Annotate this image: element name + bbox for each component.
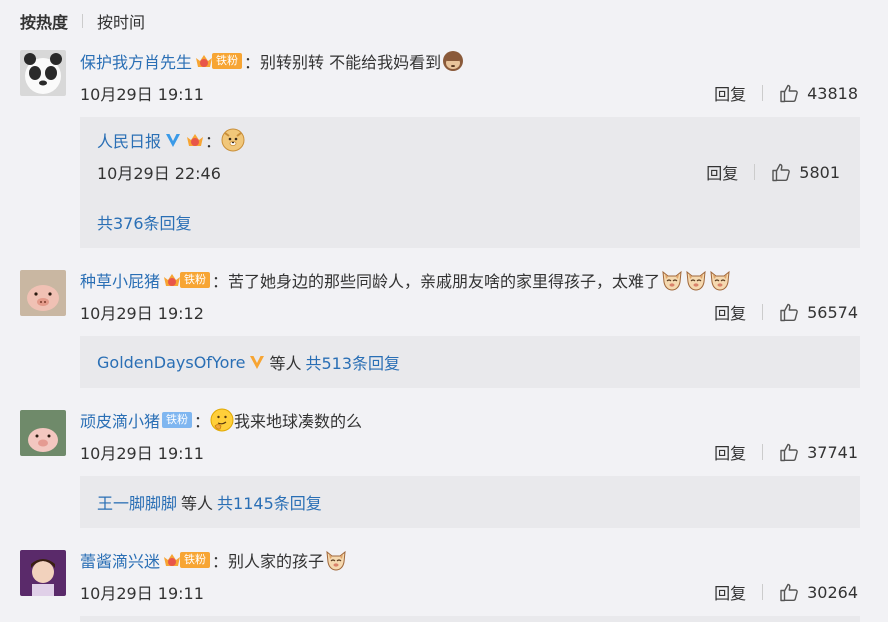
reply-line: 人民日报 ：: [97, 127, 245, 153]
fan-label: 铁粉: [180, 272, 211, 288]
cat-face-icon: [660, 268, 684, 292]
avatar[interactable]: [20, 410, 66, 456]
action-divider: [754, 164, 756, 180]
comment-line: 种草小屁猪 铁粉 ： 苦了她身边的那些同龄人，亲戚朋友啥的家里得孩子，太难了: [80, 267, 732, 293]
sort-by-time[interactable]: 按时间: [97, 9, 145, 33]
action-divider: [762, 444, 764, 460]
reply-summary-user[interactable]: 王一脚脚脚: [97, 490, 177, 514]
action-divider: [762, 304, 764, 320]
comment-actions: 回复 56574: [714, 299, 858, 325]
fan-label: 铁粉: [212, 53, 243, 69]
comment-actions: 回复 30264: [714, 579, 858, 605]
reply-summary: GoldenDaysOfYore 等人 共513条回复: [80, 336, 860, 388]
reply-summary-mid: 等人: [181, 494, 214, 513]
crown-icon: [162, 551, 182, 569]
reply-button[interactable]: 回复: [714, 81, 746, 105]
comment-line: 保护我方肖先生 铁粉 ： 别转别转 不能给我妈看到: [80, 48, 465, 74]
more-replies-link[interactable]: 共376条回复: [97, 209, 192, 235]
reply-username[interactable]: 人民日报: [97, 128, 161, 152]
comment-date: 10月29日 19:11: [80, 584, 204, 603]
like-count: 5801: [799, 162, 840, 182]
sort-divider: [82, 14, 84, 28]
reply-summary-line: 王一脚脚脚 等人 共1145条回复: [97, 489, 322, 515]
sort-bar: 按热度 按时间: [20, 8, 145, 34]
comment-colon: ：: [212, 272, 229, 291]
reply-box: 人民日报 ： 10月29日 22:46 回复 5801 共376条回复: [80, 117, 860, 248]
reply-date: 10月29日 22:46: [97, 164, 221, 183]
reply-colon: ：: [205, 132, 222, 151]
reply-button[interactable]: 回复: [706, 160, 738, 184]
see-no-evil-monkey-icon: [441, 49, 465, 73]
fan-label: 铁粉: [180, 552, 211, 568]
reply-button[interactable]: 回复: [714, 300, 746, 324]
doge-icon: [221, 128, 245, 152]
cat-face-icon: [708, 268, 732, 292]
comment-colon: ：: [244, 53, 261, 72]
like-count: 30264: [807, 582, 858, 602]
comment-username[interactable]: 顽皮滴小猪: [80, 408, 160, 432]
comment-username[interactable]: 种草小屁猪: [80, 268, 160, 292]
reply-button[interactable]: 回复: [714, 580, 746, 604]
fan-badge: 铁粉: [194, 52, 243, 70]
like-count: 56574: [807, 302, 858, 322]
comment-text: 我来地球凑数的么: [234, 412, 363, 431]
thumbs-up-icon[interactable]: [779, 302, 799, 322]
cat-face-icon: [684, 268, 708, 292]
cat-face-icon: [324, 548, 348, 572]
avatar[interactable]: [20, 50, 66, 96]
comment-colon: ：: [212, 552, 229, 571]
fan-badge: 铁粉: [162, 271, 211, 289]
avatar[interactable]: [20, 550, 66, 596]
more-replies-link[interactable]: 共513条回复: [305, 350, 400, 374]
fan-badge: 铁粉: [162, 551, 211, 569]
thinking-face-icon: [210, 408, 234, 432]
action-divider: [762, 85, 764, 101]
thumbs-up-icon[interactable]: [779, 582, 799, 602]
like-count: 37741: [807, 442, 858, 462]
comment-username[interactable]: 保护我方肖先生: [80, 49, 192, 73]
comment-date: 10月29日 19:11: [80, 444, 204, 463]
comment-actions: 回复 43818: [714, 80, 858, 106]
reply-summary-line: GoldenDaysOfYore 等人 共513条回复: [97, 349, 400, 375]
fan-label: 铁粉: [162, 412, 193, 428]
reply-summary-user[interactable]: GoldenDaysOfYore: [97, 353, 245, 372]
crown-icon: [185, 131, 205, 149]
comment-text: 别转别转 不能给我妈看到: [260, 53, 442, 72]
comment-date: 10月29日 19:12: [80, 304, 204, 323]
thumbs-up-icon[interactable]: [779, 83, 799, 103]
verified-icon: [164, 131, 182, 149]
reply-summary: 王一脚脚脚 等人 共1145条回复: [80, 476, 860, 528]
action-divider: [762, 584, 764, 600]
crown-icon: [194, 52, 214, 70]
thumbs-up-icon[interactable]: [771, 162, 791, 182]
comment-date: 10月29日 19:11: [80, 85, 204, 104]
more-replies-link[interactable]: 共1145条回复: [217, 490, 322, 514]
comment-text: 苦了她身边的那些同龄人，亲戚朋友啥的家里得孩子，太难了: [228, 272, 661, 291]
thumbs-up-icon[interactable]: [779, 442, 799, 462]
reply-summary-mid: 等人: [269, 354, 302, 373]
avatar[interactable]: [20, 270, 66, 316]
comment-line: 蕾酱滴兴迷 铁粉 ： 别人家的孩子: [80, 547, 348, 573]
reply-box-partial: [80, 616, 860, 622]
reply-actions: 回复 5801: [706, 159, 840, 185]
crown-icon: [162, 271, 182, 289]
verified-icon: [248, 353, 266, 371]
like-count: 43818: [807, 83, 858, 103]
comment-actions: 回复 37741: [714, 439, 858, 465]
comment-line: 顽皮滴小猪 铁粉 ： 我来地球凑数的么: [80, 407, 362, 433]
reply-button[interactable]: 回复: [714, 440, 746, 464]
sort-by-hot[interactable]: 按热度: [20, 9, 68, 33]
comment-username[interactable]: 蕾酱滴兴迷: [80, 548, 160, 572]
comment-text: 别人家的孩子: [228, 552, 325, 571]
comment-colon: ：: [194, 412, 211, 431]
